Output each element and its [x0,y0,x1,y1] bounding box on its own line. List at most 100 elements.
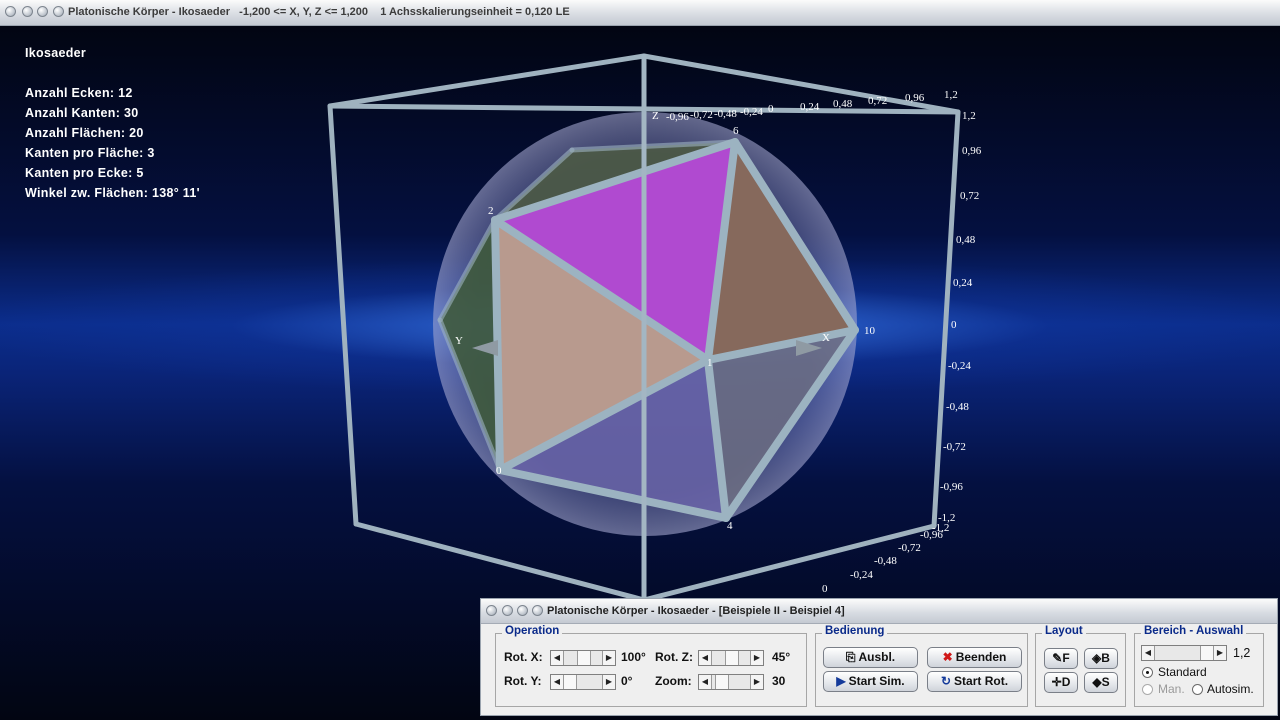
right-tick: 0,96 [962,145,982,157]
zoom-value: 30 [772,674,786,688]
panel-minimize-button[interactable] [502,605,513,616]
bedienung-group-label: Bedienung [822,625,888,637]
bereich-increase-arrow[interactable]: ▶ [1213,646,1226,660]
crosshair-icon: ✛ [1051,675,1062,689]
play-icon: ▶ [836,674,846,688]
man-radio[interactable] [1142,684,1153,695]
control-panel[interactable]: Platonische Körper - Ikosaeder - [Beispi… [480,598,1278,716]
y-axis-label: Y [455,335,463,347]
right-tick: 0,72 [960,190,979,202]
bereich-group-label: Bereich - Auswahl [1141,625,1247,637]
top-tick: -0,96 [666,111,689,123]
man-radio-label: Man. [1158,682,1185,696]
brush-icon: ✎ [1052,651,1063,665]
rot-z-slider[interactable]: ◀ ▶ [698,650,764,666]
control-panel-titlebar[interactable]: Platonische Körper - Ikosaeder - [Beispi… [481,599,1277,624]
panel-maximize-button[interactable] [517,605,528,616]
depth-tick: -0,24 [850,569,873,581]
bereich-value: 1,2 [1233,646,1251,660]
rot-z-increase-arrow[interactable]: ▶ [750,651,763,665]
depth-axis-ticks: -1,2 -0,96 -0,72 -0,48 -0,24 0 [822,522,949,595]
beenden-button[interactable]: ✖ Beenden [927,647,1022,668]
rot-x-value: 100° [621,650,646,664]
x-axis-label: X [822,332,830,344]
vertex-label: 0 [496,465,502,477]
autosim-radio[interactable] [1192,684,1203,695]
start-sim-button-label: Start Sim. [848,674,905,688]
top-tick: -0,72 [690,109,713,121]
top-tick: 0 [768,103,774,115]
depth-tick: 0 [822,583,828,595]
beenden-button-label: Beenden [955,650,1007,664]
bereich-slider[interactable]: ◀ ▶ [1141,645,1227,661]
top-tick: -0,48 [714,108,737,120]
zoom-slider[interactable]: ◀ ▶ [698,674,764,690]
vertex-label: 2 [488,205,494,217]
layout-d-button[interactable]: ✛D [1044,672,1078,693]
start-rot-button[interactable]: ↻ Start Rot. [927,671,1022,692]
top-tick: -0,24 [740,106,763,118]
top-tick: 0,48 [833,98,853,110]
right-tick: 0 [951,319,957,331]
start-sim-button[interactable]: ▶ Start Sim. [823,671,918,692]
layout-s-button[interactable]: ◆S [1084,672,1118,693]
rot-x-decrease-arrow[interactable]: ◀ [551,651,564,665]
right-tick: 1,2 [962,110,976,122]
right-tick: -0,24 [948,360,971,372]
layout-s-label: S [1101,675,1110,689]
rot-z-thumb[interactable] [725,651,739,665]
close-icon: ✖ [942,650,953,664]
right-tick: -0,96 [940,481,963,493]
hide-icon: ⎘ [845,650,856,664]
close-window-button[interactable] [5,6,16,17]
rot-z-decrease-arrow[interactable]: ◀ [699,651,712,665]
minimize-window-button[interactable] [22,6,33,17]
zoom-decrease-arrow[interactable]: ◀ [699,675,712,689]
rotate-icon: ↻ [940,674,952,688]
rot-y-slider[interactable]: ◀ ▶ [550,674,616,690]
rot-x-label: Rot. X: [504,650,543,664]
rot-y-thumb[interactable] [563,675,577,689]
ausbl-button-label: Ausbl. [858,650,896,664]
bereich-thumb[interactable] [1200,646,1214,660]
layout-f-label: F [1062,651,1070,665]
depth-tick: -0,48 [874,555,897,567]
layout-group: Layout ✎F ◈B ✛D ◆S [1035,625,1126,707]
layout-f-button[interactable]: ✎F [1044,648,1078,669]
maximize-window-button[interactable] [37,6,48,17]
layout-b-button[interactable]: ◈B [1084,648,1118,669]
zoom-increase-arrow[interactable]: ▶ [750,675,763,689]
vertex-label: 1 [707,357,713,369]
depth-tick: -0,72 [898,542,921,554]
layout-group-label: Layout [1042,625,1086,637]
zoom-thumb[interactable] [715,675,729,689]
control-panel-title: Platonische Körper - Ikosaeder - [Beispi… [547,605,845,617]
zoom-label: Zoom: [655,674,692,688]
start-rot-button-label: Start Rot. [954,674,1009,688]
top-tick: 0,24 [800,101,820,113]
window-title: Platonische Körper - Ikosaeder -1,200 <=… [68,6,570,18]
vertex-label: 4 [727,520,733,532]
standard-radio[interactable] [1142,667,1153,678]
rot-y-value: 0° [621,674,633,688]
layout-d-label: D [1061,675,1071,689]
ausbl-button[interactable]: ⎘ Ausbl. [823,647,918,668]
depth-tick: -0,96 [920,529,943,541]
right-tick: -0,72 [943,441,966,453]
rot-x-increase-arrow[interactable]: ▶ [602,651,615,665]
top-tick: 0,96 [905,92,925,104]
rot-z-label: Rot. Z: [655,650,693,664]
vertex-label: 6 [733,125,739,137]
standard-radio-label: Standard [1158,665,1207,679]
rot-x-slider[interactable]: ◀ ▶ [550,650,616,666]
bereich-decrease-arrow[interactable]: ◀ [1142,646,1155,660]
rot-y-increase-arrow[interactable]: ▶ [602,675,615,689]
rot-x-thumb[interactable] [577,651,591,665]
app-icon [53,6,64,17]
operation-group: Operation Rot. X: ◀ ▶ 100° Rot. Z: ◀ ▶ 4… [495,625,807,707]
window-titlebar[interactable]: Platonische Körper - Ikosaeder -1,200 <=… [0,0,1280,26]
top-tick: 1,2 [944,89,958,101]
panel-close-button[interactable] [486,605,497,616]
rot-z-value: 45° [772,650,791,664]
layout-b-label: B [1101,651,1110,665]
